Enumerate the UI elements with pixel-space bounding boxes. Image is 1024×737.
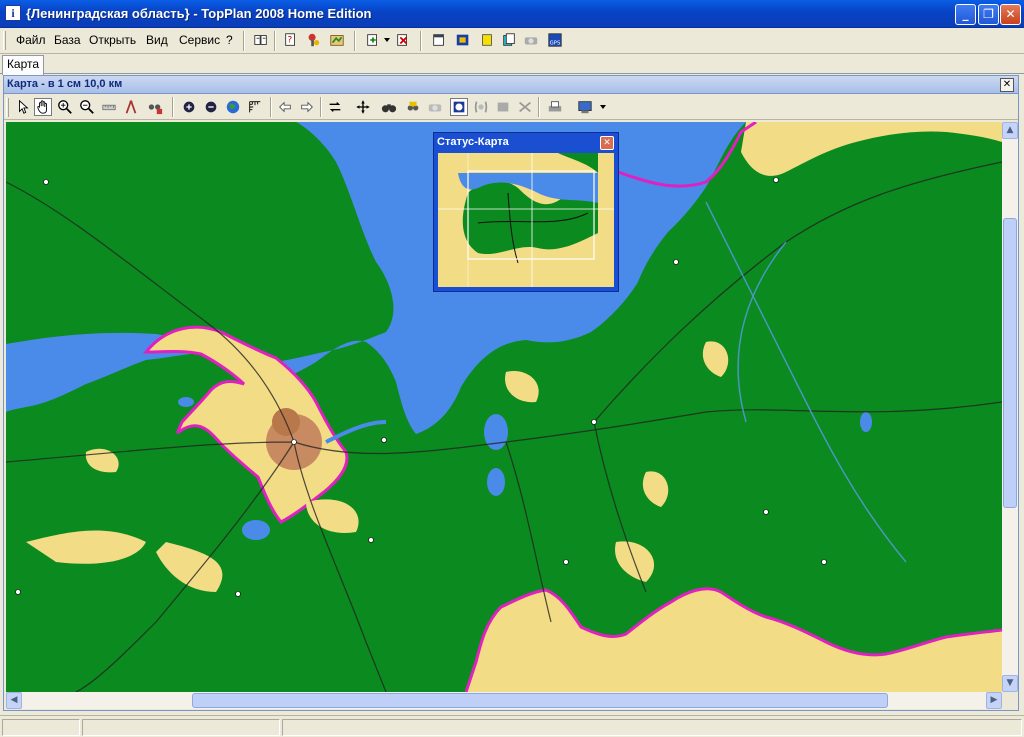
restore-button[interactable]: ❐ — [978, 4, 999, 25]
zoom-in-icon[interactable] — [56, 98, 74, 116]
close-button[interactable]: ✕ — [1000, 4, 1021, 25]
status-map-window[interactable]: Статус-Карта ✕ — [433, 132, 619, 292]
toolbar-separator — [270, 97, 272, 117]
toolbar-separator — [354, 31, 356, 51]
map-toolbar — [4, 95, 1018, 120]
scroll-up-button[interactable]: ▲ — [1002, 122, 1018, 139]
back-icon[interactable] — [276, 98, 294, 116]
add-layer-icon[interactable] — [364, 31, 382, 49]
status-panel — [282, 719, 1022, 736]
window-title: {Ленинградская область} - TopPlan 2008 H… — [26, 6, 372, 21]
gps-icon[interactable]: GPS — [546, 31, 564, 49]
tab-strip: Карта — [0, 54, 1024, 75]
zoom-minus-icon[interactable] — [202, 98, 220, 116]
scroll-right-button[interactable]: ▶ — [986, 692, 1002, 709]
route-icon[interactable] — [516, 98, 534, 116]
toolbar-separator — [538, 97, 540, 117]
status-panel — [2, 719, 80, 736]
refresh-icon[interactable] — [326, 98, 344, 116]
menu-file[interactable]: Файл — [16, 33, 46, 47]
map-window-title: Карта - в 1 см 10,0 км — [7, 78, 123, 90]
app-window: i {Ленинградская область} - TopPlan 2008… — [0, 0, 1024, 737]
zoom-out-icon[interactable] — [78, 98, 96, 116]
forward-icon[interactable] — [298, 98, 316, 116]
menu-open[interactable]: Открыть — [89, 33, 136, 47]
toolbar-separator — [274, 31, 276, 51]
pointer-icon[interactable] — [14, 98, 32, 116]
svg-text:GPS: GPS — [550, 40, 561, 46]
track-icon[interactable] — [472, 98, 490, 116]
horizontal-scroll-thumb[interactable] — [192, 693, 888, 708]
status-map-title: Статус-Карта — [437, 136, 509, 148]
menu-base[interactable]: База — [54, 33, 81, 47]
overview-map[interactable] — [438, 153, 614, 287]
print-icon[interactable] — [546, 98, 564, 116]
copy-icon[interactable] — [500, 31, 518, 49]
note-icon[interactable] — [478, 31, 496, 49]
horizontal-scrollbar[interactable]: ◀ ▶ — [6, 692, 1002, 709]
menu-grip[interactable] — [3, 31, 6, 50]
export-icon[interactable] — [576, 98, 594, 116]
toolbar-separator — [172, 97, 174, 117]
vertical-scroll-thumb[interactable] — [1003, 218, 1017, 508]
dropdown-arrow-icon[interactable] — [600, 105, 606, 110]
menu-toolbar-row: Файл База Открыть Вид Сервис ? ? GPS — [0, 28, 1024, 54]
book-icon[interactable] — [252, 31, 270, 49]
camera-icon[interactable] — [426, 98, 444, 116]
status-map-close-button[interactable]: ✕ — [600, 136, 614, 150]
camera-icon[interactable] — [522, 31, 540, 49]
binoculars-icon[interactable] — [380, 98, 398, 116]
ruler-icon[interactable] — [100, 98, 118, 116]
region-icon[interactable] — [450, 98, 468, 116]
center-icon[interactable] — [354, 98, 372, 116]
layers-icon[interactable] — [454, 31, 472, 49]
map-window-close-button[interactable]: ✕ — [1000, 78, 1014, 92]
menu-help[interactable]: ? — [226, 33, 233, 47]
toolbar-grip[interactable] — [6, 98, 9, 117]
minimize-button[interactable]: _ — [955, 4, 976, 25]
status-bar — [0, 715, 1024, 737]
vertical-scrollbar[interactable]: ▲ ▼ — [1002, 122, 1018, 692]
map-settings-icon[interactable] — [328, 31, 346, 49]
rectangle-icon[interactable] — [494, 98, 512, 116]
object-icon[interactable] — [404, 98, 422, 116]
menu-view[interactable]: Вид — [146, 33, 168, 47]
scale-icon[interactable] — [246, 98, 264, 116]
scroll-left-button[interactable]: ◀ — [6, 692, 22, 709]
find-icon[interactable] — [146, 98, 164, 116]
svg-text:?: ? — [287, 36, 292, 46]
compass-icon[interactable] — [122, 98, 140, 116]
globe-icon[interactable] — [224, 98, 242, 116]
toolbar-separator — [320, 97, 322, 117]
menu-service[interactable]: Сервис — [179, 33, 220, 47]
zoom-plus-icon[interactable] — [180, 98, 198, 116]
tools-icon[interactable] — [304, 31, 322, 49]
title-bar[interactable]: i {Ленинградская область} - TopPlan 2008… — [0, 0, 1024, 28]
overview-map-image — [438, 153, 614, 287]
hand-icon[interactable] — [34, 98, 52, 116]
app-info-icon[interactable]: i — [5, 5, 21, 21]
help-cursor-icon[interactable]: ? — [282, 31, 300, 49]
delete-layer-icon[interactable] — [394, 31, 412, 49]
window-icon[interactable] — [430, 31, 448, 49]
status-panel — [82, 719, 280, 736]
tab-map[interactable]: Карта — [2, 55, 44, 75]
dropdown-arrow-icon[interactable] — [384, 38, 390, 43]
scroll-down-button[interactable]: ▼ — [1002, 675, 1018, 692]
toolbar-separator — [420, 31, 422, 51]
map-window-titlebar[interactable]: Карта - в 1 см 10,0 км ✕ — [4, 76, 1018, 94]
toolbar-separator — [243, 31, 245, 51]
